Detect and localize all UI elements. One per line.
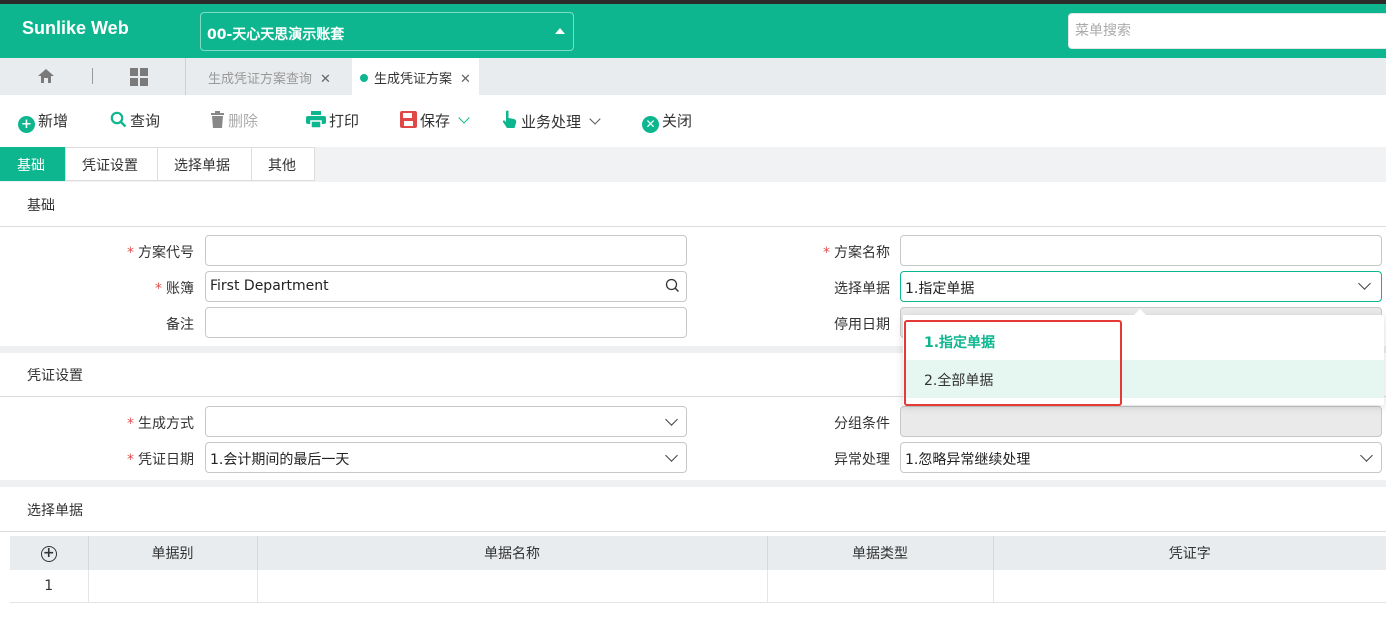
app-header: Sunlike Web 00-天心天思演示账套 <box>0 4 1386 58</box>
row-number: 1 <box>10 570 89 603</box>
table-cell[interactable] <box>88 570 258 603</box>
close-button[interactable]: ✕ 关闭 <box>642 110 692 133</box>
business-menu-button[interactable]: 业务处理 <box>502 110 601 132</box>
highlight-box <box>904 320 1122 406</box>
query-button[interactable]: 查询 <box>110 110 160 131</box>
table-cell[interactable] <box>993 570 1386 603</box>
tab-label: 生成凭证方案 <box>374 72 453 87</box>
chevron-down-icon <box>665 449 678 462</box>
gen-mode-select[interactable] <box>205 406 687 437</box>
exception-label: 异常处理 <box>834 452 890 468</box>
chevron-down-icon <box>1360 449 1373 462</box>
select-docs-value: 1.指定单据 <box>905 281 975 297</box>
voucher-date-value: 1.会计期间的最后一天 <box>210 452 350 468</box>
close-label: 关闭 <box>662 112 693 130</box>
delete-label: 删除 <box>228 112 259 130</box>
voucher-date-label: * 凭证日期 <box>127 452 194 468</box>
section-gap <box>0 480 1386 487</box>
chevron-down-icon <box>665 413 678 426</box>
remark-input[interactable] <box>205 307 687 338</box>
account-name: 00-天心天思演示账套 <box>207 27 345 43</box>
gen-mode-label: * 生成方式 <box>127 416 194 432</box>
hand-pointer-icon <box>502 110 517 128</box>
tab-scheme-query[interactable]: 生成凭证方案查询 ✕ <box>200 58 339 95</box>
remark-label: 备注 <box>166 317 194 333</box>
chevron-down-icon[interactable] <box>589 113 601 125</box>
section-title: 凭证设置 <box>27 368 83 384</box>
menu-search[interactable] <box>1068 13 1386 49</box>
section-tabs: 基础 凭证设置 选择单据 其他 <box>0 147 1386 182</box>
tab-select-docs[interactable]: 选择单据 <box>157 147 252 181</box>
table-cell[interactable] <box>767 570 994 603</box>
menu-search-input[interactable] <box>1069 14 1386 48</box>
scheme-code-input[interactable] <box>205 235 687 266</box>
tab-label: 生成凭证方案查询 <box>208 72 313 87</box>
close-icon[interactable]: ✕ <box>460 72 471 87</box>
print-button[interactable]: 打印 <box>306 110 359 131</box>
search-icon <box>110 111 127 128</box>
table-row[interactable]: 1 <box>10 570 1386 603</box>
dropdown-pointer <box>1133 309 1147 316</box>
exception-value: 1.忽略异常继续处理 <box>905 452 1031 468</box>
caret-up-icon <box>555 28 565 34</box>
plus-icon: + <box>18 116 35 133</box>
ledger-label: * 账簿 <box>155 281 194 297</box>
divider <box>0 226 1386 227</box>
active-dot-icon <box>360 74 368 82</box>
tab-voucher-settings[interactable]: 凭证设置 <box>65 147 158 181</box>
select-docs-label: 选择单据 <box>834 281 890 297</box>
voucher-date-select[interactable]: 1.会计期间的最后一天 <box>205 442 687 473</box>
section-title: 基础 <box>27 198 55 214</box>
business-label: 业务处理 <box>521 113 582 131</box>
chevron-down-icon[interactable] <box>458 112 470 124</box>
chevron-down-icon <box>1358 277 1371 290</box>
page-tab-bar: 生成凭证方案查询 ✕ 生成凭证方案 ✕ <box>0 58 1386 95</box>
table-cell[interactable] <box>257 570 768 603</box>
tab-scheme[interactable]: 生成凭证方案 ✕ <box>352 58 479 95</box>
tab-separator <box>185 58 186 95</box>
add-row-header: + <box>10 536 89 570</box>
ledger-value: First Department <box>210 278 329 294</box>
exception-select[interactable]: 1.忽略异常继续处理 <box>900 442 1382 473</box>
account-selector[interactable]: 00-天心天思演示账套 <box>200 12 574 51</box>
close-circle-icon: ✕ <box>642 116 659 133</box>
tab-other[interactable]: 其他 <box>251 147 315 181</box>
column-header[interactable]: 单据类型 <box>767 536 994 570</box>
search-icon[interactable] <box>665 278 680 293</box>
trash-icon <box>211 111 224 128</box>
disable-date-label: 停用日期 <box>834 317 890 333</box>
close-icon[interactable]: ✕ <box>320 72 331 87</box>
home-icon[interactable] <box>37 68 55 88</box>
brand-logo: Sunlike Web <box>22 18 129 38</box>
docs-table: + 单据别 单据名称 单据类型 凭证字 1 <box>10 536 1386 603</box>
new-button[interactable]: + 新增 <box>18 110 68 133</box>
column-header[interactable]: 凭证字 <box>993 536 1386 570</box>
section-title: 选择单据 <box>27 503 83 519</box>
column-header[interactable]: 单据名称 <box>257 536 768 570</box>
ledger-input[interactable]: First Department <box>205 271 687 302</box>
query-label: 查询 <box>130 112 161 130</box>
save-button[interactable]: 保存 <box>400 110 470 131</box>
print-label: 打印 <box>329 112 360 130</box>
floppy-icon <box>400 111 417 128</box>
group-condition-label: 分组条件 <box>834 416 890 432</box>
tab-basic[interactable]: 基础 <box>0 147 66 181</box>
save-label: 保存 <box>420 112 451 130</box>
divider <box>0 531 1386 532</box>
column-header[interactable]: 单据别 <box>88 536 258 570</box>
group-condition-input[interactable] <box>900 406 1382 437</box>
delete-button[interactable]: 删除 <box>210 110 258 131</box>
grid-menu-icon[interactable] <box>130 68 148 90</box>
select-docs-dropdown[interactable]: 1.指定单据 <box>900 271 1382 302</box>
printer-icon <box>306 111 326 128</box>
add-circle-icon[interactable]: + <box>40 545 57 562</box>
scheme-name-label: * 方案名称 <box>823 245 890 261</box>
scheme-name-input[interactable] <box>900 235 1382 266</box>
tab-separator <box>92 68 93 84</box>
new-label: 新增 <box>38 112 69 130</box>
scheme-code-label: * 方案代号 <box>127 245 194 261</box>
toolbar: + 新增 查询 删除 打印 保存 业务处理 ✕ 关闭 <box>0 95 1386 147</box>
